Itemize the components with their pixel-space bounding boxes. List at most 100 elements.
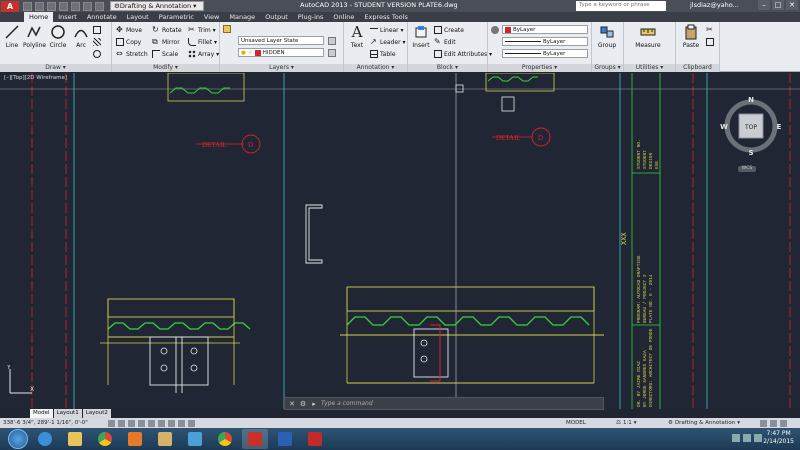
coordinate-readout[interactable]: 338'-6 3/4", 289'-1 1/16", 0'-0": [3, 420, 88, 426]
workspace-switch[interactable]: ⚙ Drafting & Annotation ▾: [668, 419, 740, 427]
copy-tool[interactable]: Copy: [116, 37, 141, 47]
linetype-dropdown[interactable]: ByLayer: [502, 37, 588, 46]
stretch-tool[interactable]: ⇔ Stretch: [116, 49, 148, 59]
table-tool[interactable]: Table: [370, 49, 396, 59]
linear-dimension-tool[interactable]: Linear ▾: [370, 25, 404, 35]
draw-panel-title[interactable]: Draw ▾: [0, 64, 111, 72]
clock[interactable]: 7:47 PM 2/14/2015: [763, 430, 794, 446]
array-tool[interactable]: Array ▾: [188, 49, 219, 59]
close-command-icon[interactable]: ✕: [288, 400, 296, 408]
osnap-icon[interactable]: [148, 419, 155, 427]
media-player-app[interactable]: [122, 429, 148, 449]
tab-parametric[interactable]: Parametric: [154, 12, 199, 22]
network-icon[interactable]: [743, 434, 751, 442]
measure-tool[interactable]: Measure: [632, 24, 664, 49]
model-space-toggle[interactable]: MODEL: [566, 419, 586, 427]
user-signin[interactable]: jlsdiaz@yaho...: [690, 1, 739, 9]
layer-state-dropdown[interactable]: Unsaved Layer State: [238, 36, 324, 45]
annotation-panel-title[interactable]: Annotation ▾: [344, 64, 407, 72]
copy-clip-button[interactable]: [706, 37, 714, 47]
block-panel-title[interactable]: Block ▾: [408, 64, 487, 72]
open-icon[interactable]: [35, 1, 44, 11]
wcs-menu[interactable]: WCS: [738, 166, 756, 172]
isolate-icon[interactable]: [770, 419, 777, 427]
mirror-tool[interactable]: ⧉ Mirror: [152, 37, 180, 47]
library-app[interactable]: [152, 429, 178, 449]
groups-panel-title[interactable]: Groups ▾: [592, 64, 623, 72]
clean-screen-icon[interactable]: [780, 419, 787, 427]
cut-button[interactable]: ✂: [706, 25, 714, 35]
word-app[interactable]: [272, 429, 298, 449]
line-tool[interactable]: Line: [1, 24, 23, 49]
viewport-controls-label[interactable]: [–][Top][2D Wireframe]: [4, 75, 67, 81]
workspace-dropdown[interactable]: ⚙ Drafting & Annotation ▾: [110, 1, 204, 11]
group-tool[interactable]: Group: [596, 24, 618, 49]
properties-panel-title[interactable]: Properties ▾: [488, 64, 591, 72]
color-dropdown[interactable]: ByLayer: [502, 25, 588, 34]
edit-attributes-tool[interactable]: Edit Attributes ▾: [434, 49, 492, 59]
lock-icon[interactable]: [760, 419, 767, 427]
layer-properties-button[interactable]: [223, 24, 231, 34]
layer-previous-button[interactable]: [328, 48, 336, 58]
tab-output[interactable]: Output: [260, 12, 293, 22]
arc-tool[interactable]: Arc: [70, 24, 92, 49]
layer-match-button[interactable]: [328, 36, 336, 46]
scale-tool[interactable]: Scale: [152, 49, 178, 59]
undo-icon[interactable]: [83, 1, 92, 11]
ducs-icon[interactable]: [168, 419, 175, 427]
insert-tool[interactable]: Insert: [410, 24, 432, 49]
tab-online[interactable]: Online: [328, 12, 359, 22]
autocad-taskbar-app[interactable]: [242, 429, 268, 449]
ortho-icon[interactable]: [128, 419, 135, 427]
close-button[interactable]: ✕: [786, 0, 798, 10]
lineweight-dropdown[interactable]: ByLayer: [502, 49, 588, 58]
trim-tool[interactable]: ✂ Trim ▾: [188, 25, 216, 35]
explorer-app[interactable]: [62, 429, 88, 449]
clipboard-panel-title[interactable]: Clipboard: [676, 64, 719, 72]
utilities-panel-title[interactable]: Utilities ▾: [624, 64, 675, 72]
internet-explorer-app[interactable]: [32, 429, 58, 449]
hatch-tool[interactable]: [93, 37, 101, 47]
grid-icon[interactable]: [118, 419, 125, 427]
chrome-window-app[interactable]: [212, 429, 238, 449]
polar-icon[interactable]: [138, 419, 145, 427]
edit-block-tool[interactable]: ✎ Edit: [434, 37, 456, 47]
annotation-scale[interactable]: ⚖ 1:1 ▾: [616, 419, 637, 427]
chrome-app[interactable]: [92, 429, 118, 449]
new-icon[interactable]: [23, 1, 32, 11]
minimize-button[interactable]: –: [758, 0, 770, 10]
otrack-icon[interactable]: [158, 419, 165, 427]
fillet-tool[interactable]: Fillet ▾: [188, 37, 217, 47]
save-icon[interactable]: [47, 1, 56, 11]
tab-express-tools[interactable]: Express Tools: [359, 12, 412, 22]
drawing-canvas[interactable]: DETAIL D DETAIL D STUDENT NO. STUDENT DE…: [0, 73, 800, 409]
plot-icon[interactable]: [71, 1, 80, 11]
search-input[interactable]: Type a keyword or phrase: [576, 1, 666, 11]
command-input[interactable]: Type a command: [321, 400, 373, 407]
volume-icon[interactable]: [754, 434, 762, 442]
tab-manage[interactable]: Manage: [224, 12, 260, 22]
layers-panel-title[interactable]: Layers ▾: [220, 64, 343, 72]
rectangle-tool[interactable]: [93, 25, 101, 35]
tab-home[interactable]: Home: [24, 12, 54, 22]
tab-plugins[interactable]: Plug-ins: [293, 12, 329, 22]
start-button[interactable]: [8, 429, 28, 449]
move-tool[interactable]: ✥ Move: [116, 25, 142, 35]
command-settings-icon[interactable]: ⚙: [299, 400, 307, 408]
tray-arrow-icon[interactable]: [732, 434, 740, 442]
save-as-icon[interactable]: [59, 1, 68, 11]
match-properties-button[interactable]: [491, 25, 499, 35]
command-line[interactable]: ✕ ⚙ ▸ Type a command: [284, 397, 604, 410]
layer-dropdown[interactable]: ● ☼ HIDDEN: [238, 48, 324, 57]
circle-tool[interactable]: Circle: [47, 24, 69, 49]
tab-annotate[interactable]: Annotate: [82, 12, 122, 22]
paste-tool[interactable]: Paste: [680, 24, 702, 49]
acrobat-app[interactable]: [302, 429, 328, 449]
tab-view[interactable]: View: [199, 12, 224, 22]
redo-icon[interactable]: [95, 1, 104, 11]
dyn-icon[interactable]: [178, 419, 185, 427]
autocad-logo-icon[interactable]: A: [1, 0, 19, 12]
modify-panel-title[interactable]: Modify ▾: [112, 64, 219, 72]
tab-layout2[interactable]: Layout2: [82, 409, 111, 418]
leader-tool[interactable]: ↗ Leader ▾: [370, 37, 406, 47]
